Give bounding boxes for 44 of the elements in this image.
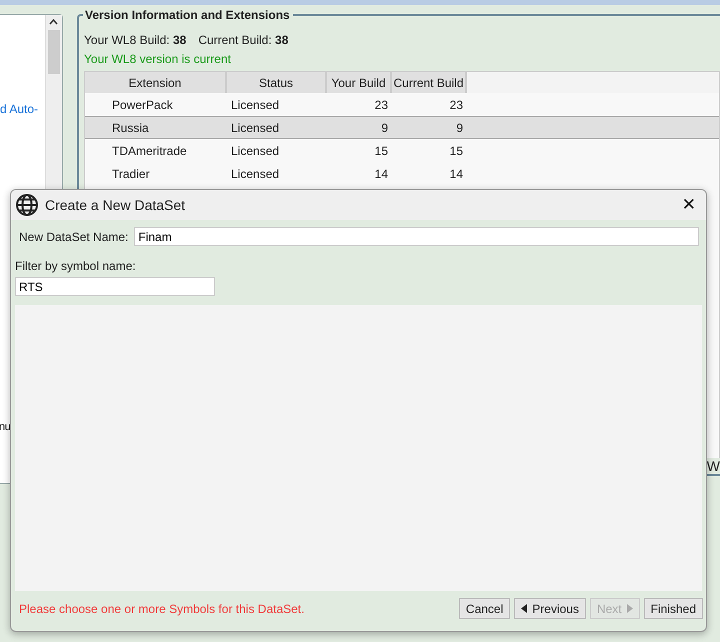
column-header[interactable]: Your Build — [327, 72, 392, 93]
dialog-button[interactable]: Previous — [514, 598, 586, 619]
dialog-title: Create a New DataSet — [45, 197, 186, 213]
table-cell-text: Russia — [111, 120, 150, 134]
current-build-text: Current Build: 38 — [198, 33, 288, 47]
table-cell-text: 14 — [374, 166, 389, 180]
table-cell-text: Licensed — [230, 98, 280, 112]
table-row[interactable]: PowerPack Licensed 23 23 — [85, 93, 719, 116]
table-cell-text: 23 — [374, 98, 389, 112]
table-cell-text: 15 — [448, 144, 464, 158]
dialog-button[interactable]: Finished — [644, 598, 703, 619]
table-cell-text: 14 — [448, 166, 464, 180]
filter-field[interactable]: RTS — [15, 277, 215, 296]
close-button[interactable]: ✕ — [678, 195, 700, 215]
dialog-button[interactable]: Cancel — [458, 598, 510, 619]
table-cell-text: Tradier — [111, 166, 151, 180]
partial-text: nu — [0, 421, 12, 433]
column-header[interactable]: Current Build — [392, 72, 467, 93]
table-cell-text: PowerPack — [111, 98, 174, 112]
left-arrow-icon — [521, 604, 528, 613]
name-field[interactable]: Finam — [134, 227, 699, 246]
table-row[interactable]: TDAmeritrade Licensed 15 15 — [85, 139, 719, 162]
table-row[interactable]: Russia Licensed 9 9 — [85, 116, 719, 139]
table-cell-text: Licensed — [230, 144, 280, 158]
table-cell-text: Licensed — [230, 120, 280, 134]
name-label: New DataSet Name: — [19, 230, 128, 244]
filter-label: Filter by symbol name: — [15, 259, 137, 273]
auto-link[interactable]: d Auto- — [0, 102, 45, 116]
scrollbar-thumb[interactable] — [48, 30, 60, 74]
table-row[interactable]: Tradier Licensed 14 14 — [85, 162, 719, 185]
globe-icon — [15, 193, 39, 217]
right-arrow-icon — [626, 604, 633, 613]
table-cell-text: 15 — [374, 144, 389, 158]
table-cell-text: Licensed — [230, 166, 280, 180]
error-message: Please choose one or more Symbols for this DataSet. — [19, 602, 306, 616]
column-header[interactable]: Extension — [85, 72, 227, 93]
version-status: Your WL8 version is current — [84, 52, 232, 66]
table-cell-text: TDAmeritrade — [111, 144, 188, 158]
your-build-text: Your WL8 Build: 38 — [84, 33, 186, 47]
table-cell-text: 9 — [455, 120, 464, 134]
group-title: Version Information and Extensions — [83, 8, 293, 22]
column-header[interactable]: Status — [227, 72, 327, 93]
table-cell-text: 9 — [380, 120, 389, 134]
table-cell-text: 23 — [448, 98, 464, 112]
